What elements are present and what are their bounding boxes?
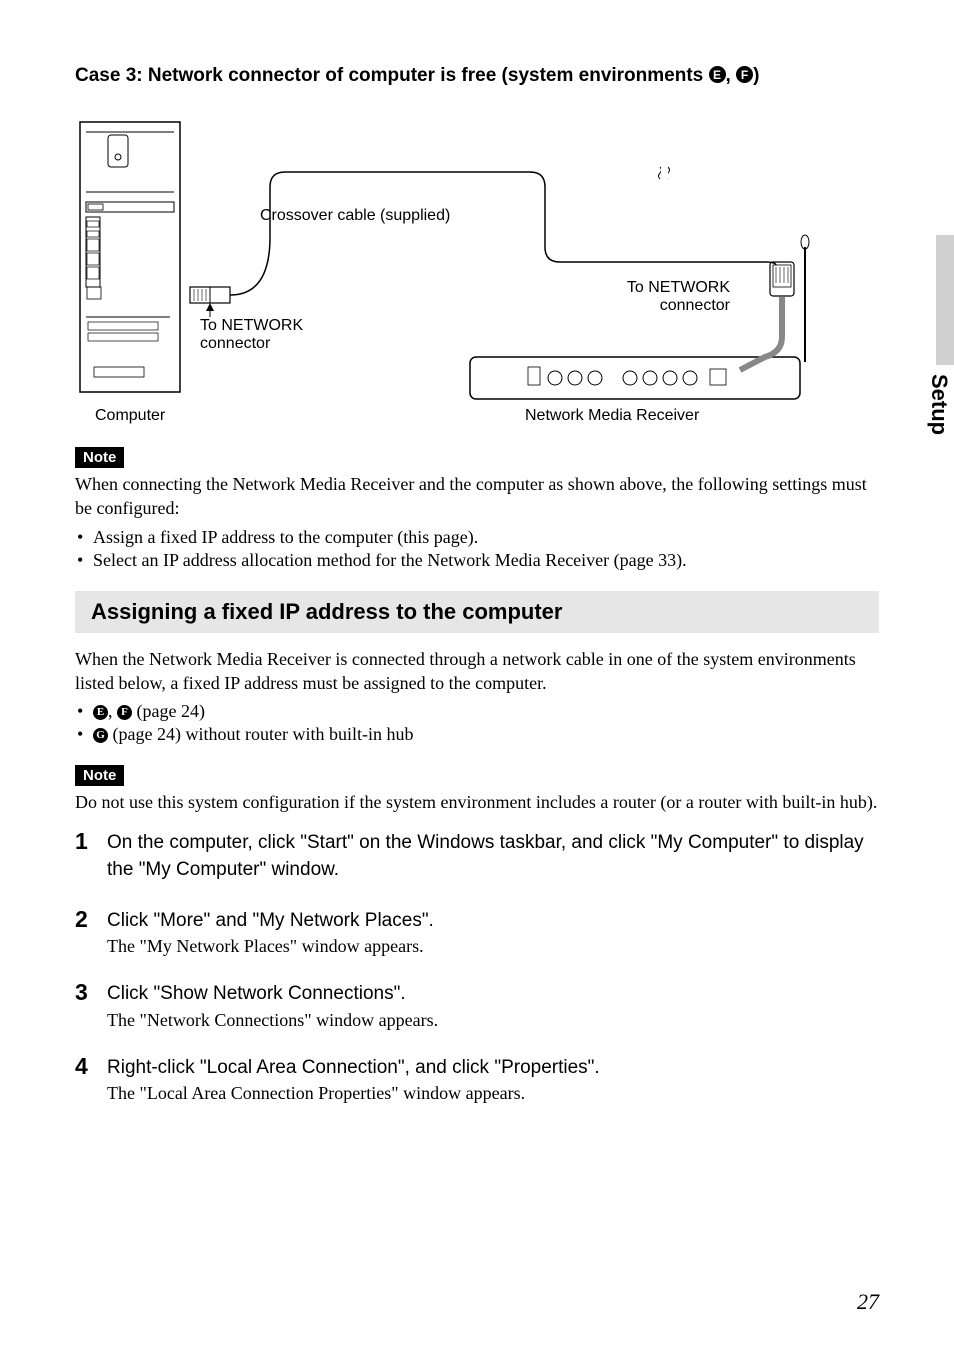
case-title-suffix: ): [753, 65, 759, 86]
env-bullet-1: E, F (page 24): [75, 701, 879, 722]
note-block-1: Note When connecting the Network Media R…: [75, 447, 879, 571]
step-3-num: 3: [75, 979, 107, 1031]
step-1-num: 1: [75, 828, 107, 883]
diagram-svg: [70, 117, 850, 437]
step-1-action: On the computer, click "Start" on the Wi…: [107, 830, 879, 883]
side-tab-gray: [936, 235, 954, 365]
comma: ,: [726, 65, 737, 86]
note-badge-1: Note: [75, 447, 124, 468]
side-tab-setup: Setup: [924, 370, 954, 439]
label-crossover-cable: Crossover cable (supplied): [260, 207, 450, 225]
env-bullet-2: G (page 24) without router with built-in…: [75, 724, 879, 745]
note-badge-2: Note: [75, 765, 124, 786]
label-to-network-left: To NETWORK connector: [200, 317, 340, 353]
env-letter-f-icon: F: [736, 66, 753, 83]
note2-text: Do not use this system configuration if …: [75, 790, 879, 814]
step-2-result: The "My Network Places" window appears.: [107, 936, 434, 957]
steps-list: 1 On the computer, click "Start" on the …: [75, 828, 879, 1104]
step-3-action: Click "Show Network Connections".: [107, 981, 438, 1008]
page-number: 27: [857, 1289, 879, 1315]
step-4: 4 Right-click "Local Area Connection", a…: [75, 1053, 879, 1105]
step-2: 2 Click "More" and "My Network Places". …: [75, 906, 879, 958]
step-3: 3 Click "Show Network Connections". The …: [75, 979, 879, 1031]
env-letter-f2-icon: F: [117, 705, 132, 720]
step-4-num: 4: [75, 1053, 107, 1105]
env-bullet-2-suffix: (page 24) without router with built-in h…: [108, 724, 413, 744]
env-letter-e-icon: E: [709, 66, 726, 83]
env-letter-g-icon: G: [93, 728, 108, 743]
label-to-network-right: To NETWORK connector: [590, 279, 730, 315]
section-header: Assigning a fixed IP address to the comp…: [75, 591, 879, 633]
step-1: 1 On the computer, click "Start" on the …: [75, 828, 879, 883]
step-3-result: The "Network Connections" window appears…: [107, 1010, 438, 1031]
step-2-num: 2: [75, 906, 107, 958]
note1-bullets: Assign a fixed IP address to the compute…: [75, 527, 879, 571]
case-title-prefix: Case 3: Network connector of computer is…: [75, 65, 709, 86]
note1-text: When connecting the Network Media Receiv…: [75, 472, 879, 521]
note-block-2: Note Do not use this system configuratio…: [75, 765, 879, 814]
intro-text: When the Network Media Receiver is conne…: [75, 647, 879, 696]
sep: ,: [108, 701, 117, 721]
env-bullets: E, F (page 24) G (page 24) without route…: [75, 701, 879, 745]
step-2-action: Click "More" and "My Network Places".: [107, 908, 434, 935]
step-4-action: Right-click "Local Area Connection", and…: [107, 1055, 600, 1082]
label-receiver: Network Media Receiver: [525, 407, 699, 425]
connection-diagram: Crossover cable (supplied) To NETWORK co…: [75, 117, 879, 427]
env-letter-e2-icon: E: [93, 705, 108, 720]
step-4-result: The "Local Area Connection Properties" w…: [107, 1083, 600, 1104]
case-title: Case 3: Network connector of computer is…: [75, 65, 879, 87]
env-bullet-1-suffix: (page 24): [132, 701, 205, 721]
label-computer: Computer: [95, 407, 165, 425]
note1-bullet-1: Assign a fixed IP address to the compute…: [75, 527, 879, 548]
note1-bullet-2: Select an IP address allocation method f…: [75, 550, 879, 571]
